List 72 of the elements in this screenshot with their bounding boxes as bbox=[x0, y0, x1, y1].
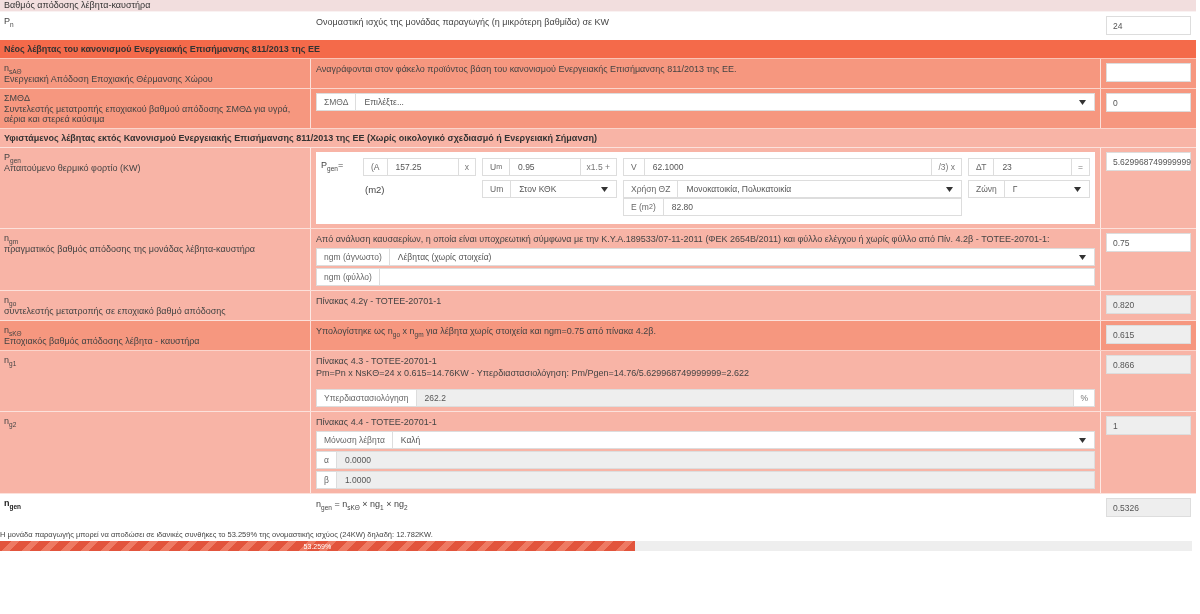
info-text: Ονομαστική ισχύς της μονάδας παραγωγής (η μικρότερη βαθμίδα) σε KW bbox=[316, 16, 611, 28]
input-field[interactable]: 1.0000 bbox=[336, 471, 1095, 489]
info-text: Πίνακας 4.4 - ΤΟΤΕΕ-20701-1 bbox=[316, 416, 438, 428]
dropdown[interactable]: Γ bbox=[1004, 180, 1090, 198]
field-label: Υπερδιαστασιολόγηση bbox=[316, 389, 417, 407]
symbol-label: n$_{sΑΘ}$ bbox=[4, 63, 22, 73]
dropdown[interactable]: Στον ΚΘΚ bbox=[511, 180, 617, 198]
info-text: Αναγράφονται στον φάκελο προϊόντος βάση του κανονισμού Ενεργειακής Επισήμανσης 811/2013 της ΕΕ. bbox=[316, 63, 738, 75]
section-title: Βαθμός απόδοσης λέβητα-καυστήρα bbox=[3, 0, 152, 11]
info-text: n$_{gen}$ = n$_{sKΘ}$ × ng$_{1}$ × ng$_{2}$ bbox=[316, 498, 409, 510]
field-label: Ζώνη bbox=[968, 180, 1005, 198]
caret-icon bbox=[601, 186, 608, 192]
section-title: Νέος λέβητας του κανονισμού Ενεργειακής Επισήμανσης 811/2013 της ΕΕ bbox=[3, 43, 321, 56]
result-field[interactable]: 5.629968749999999 bbox=[1106, 152, 1191, 171]
section-title: Υφιστάμενος λέβητας εκτός Κανονισμού Ενεργειακής Επισήμανσης 811/2013 της ΕΕ (Χωρίς οικολογικό σχεδιασμό ή Ενεργειακή Σήμανση) bbox=[3, 132, 599, 145]
input-field[interactable]: 62.1000 bbox=[644, 158, 933, 176]
symbol-label: ΣΜΘΔ bbox=[4, 93, 30, 103]
result-field[interactable]: 0.75 bbox=[1106, 233, 1191, 252]
unit-label: = bbox=[1072, 158, 1090, 176]
caret-icon bbox=[1079, 254, 1086, 260]
field-description: Ενεργειακή Απόδοση Εποχιακής Θέρμανσης Χώρου bbox=[4, 74, 213, 84]
symbol-label: P$_{n}$ bbox=[4, 16, 14, 26]
input-field[interactable]: 157.25 bbox=[387, 158, 459, 176]
field-label: (Α bbox=[363, 158, 388, 176]
caret-icon bbox=[1074, 186, 1081, 192]
unit-label: % bbox=[1074, 389, 1095, 407]
info-text: Από ανάλυση καυσαερίων, η οποία είναι υποχρεωτική σύμφωνα με την Κ.Υ.Α.189533/07-11-2011 (ΦΕΚ 2654Β/2011) και φύλλο ελέγχου ή χωρίς φύλλο από Πίν. 4.2β - ΤΟΤΕΕ-20701-1: bbox=[316, 233, 1051, 245]
field-description: πραγματικός βαθμός απόδοσης της μονάδας λέβητα-καυστήρα bbox=[4, 244, 256, 254]
caret-icon bbox=[1079, 99, 1086, 105]
caret-icon bbox=[946, 186, 953, 192]
dropdown[interactable]: Καλή bbox=[392, 431, 1095, 449]
result-field[interactable] bbox=[1106, 63, 1191, 82]
info-text: Πίνακας 4.3 - ΤΟΤΕΕ-20701-1 bbox=[316, 355, 438, 367]
dropdown[interactable]: Λέβητας (χωρίς στοιχεία) bbox=[389, 248, 1095, 266]
result-field[interactable]: 24 bbox=[1106, 16, 1191, 35]
field-description: Απαιτούμενο θερμικό φορτίο (KW) bbox=[4, 163, 141, 173]
input-field[interactable]: 23 bbox=[994, 158, 1073, 176]
result-field[interactable]: 0.5326 bbox=[1106, 498, 1191, 517]
unit-label: /3) x bbox=[932, 158, 962, 176]
info-text: Pm=Pn x NsKΘ=24 x 0.615=14.76KW - Υπερδιαστασιολόγηση: Pm/Pgen=14.76/5.629968749999999=2.622 bbox=[316, 367, 751, 379]
unit-label: x1.5 + bbox=[580, 158, 617, 176]
result-field[interactable]: 0 bbox=[1106, 93, 1191, 112]
field-label: α bbox=[316, 451, 337, 469]
field-label: Μόνωση λέβητα bbox=[316, 431, 393, 449]
result-field[interactable]: 1 bbox=[1106, 416, 1191, 435]
unit-note: (m2) bbox=[364, 183, 386, 195]
field-label: ΣΜΘΔ bbox=[316, 93, 357, 111]
input-field[interactable]: 0.95 bbox=[510, 158, 581, 176]
dropdown[interactable]: Επιλέξτε... bbox=[356, 93, 1095, 111]
input-field[interactable]: 82.80 bbox=[663, 198, 962, 216]
field-label: ngm (φύλλο) bbox=[316, 268, 380, 286]
field-description: συντελεστής μετατροπής σε εποχιακό βαθμό απόδοσης bbox=[4, 306, 226, 316]
info-text: Πίνακας 4.2γ - ΤΟΤΕΕ-20701-1 bbox=[316, 295, 443, 307]
input-field[interactable] bbox=[379, 268, 1095, 286]
info-text: Υπολογίστηκε ως n$_{go}$ x n$_{gm}$ για λέβητα χωρίς στοιχεία και ngm=0.75 από πίνακα 4.2β. bbox=[316, 325, 657, 337]
field-label: Um bbox=[482, 180, 512, 198]
input-field[interactable]: 0.0000 bbox=[336, 451, 1095, 469]
field-label: ΔΤ bbox=[968, 158, 995, 176]
field-label: V bbox=[623, 158, 645, 176]
result-field[interactable]: 0.820 bbox=[1106, 295, 1191, 314]
field-description: Εποχιακός βαθμός απόδοσης λέβητα - καυστήρα bbox=[4, 336, 200, 346]
field-label: Χρήση ΘΖ bbox=[623, 180, 679, 198]
field-label: β bbox=[316, 471, 337, 489]
result-field[interactable]: 0.615 bbox=[1106, 325, 1191, 344]
field-label: ngm (άγνωστο) bbox=[316, 248, 390, 266]
caret-icon bbox=[1079, 437, 1086, 443]
result-field[interactable]: 0.866 bbox=[1106, 355, 1191, 374]
input-field[interactable]: 262.2 bbox=[416, 389, 1075, 407]
field-description: Συντελεστής μετατροπής εποχιακού βαθμού απόδοσης ΣΜΘΔ για υγρά, αέρια και στερεά καύσιμα bbox=[4, 104, 292, 124]
symbol-label: n$_{sKΘ}$ bbox=[4, 325, 22, 335]
formula-label: P$_{gen}$= bbox=[321, 159, 345, 175]
dropdown[interactable]: Μονοκατοικία, Πολυκατοικία bbox=[678, 180, 962, 198]
